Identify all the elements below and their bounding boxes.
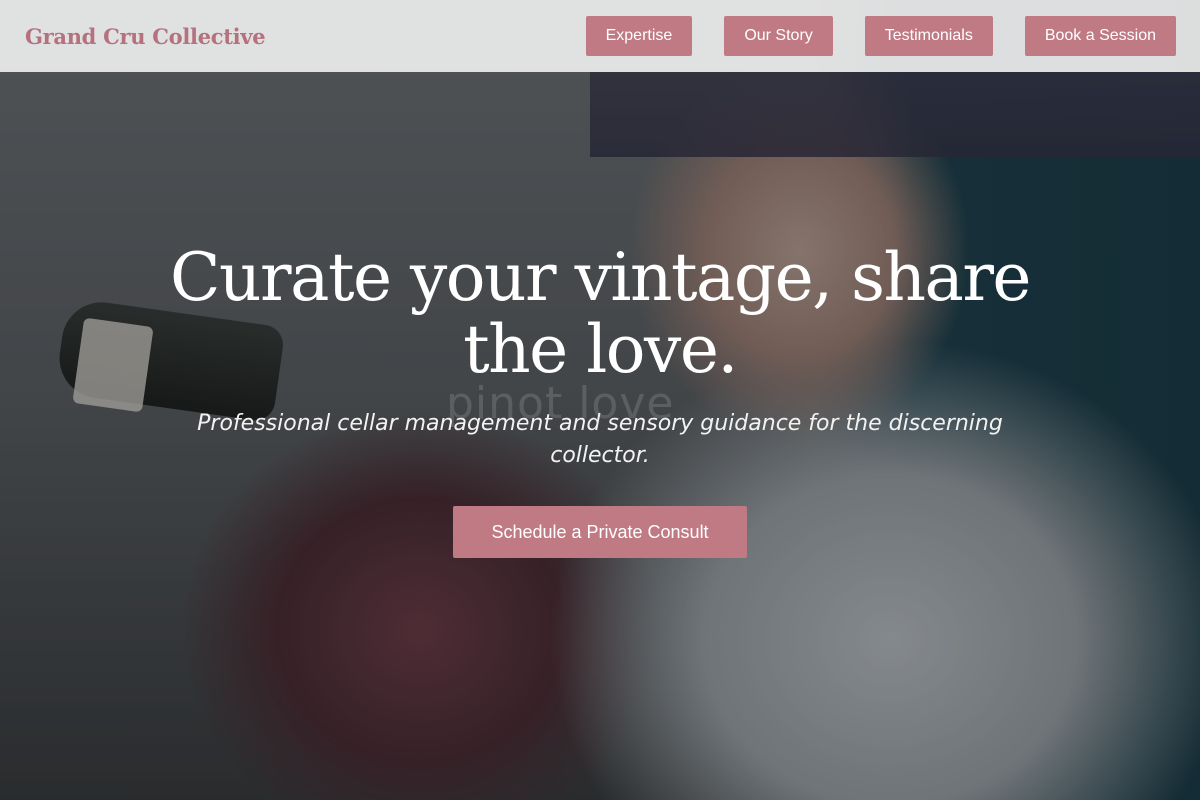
hero-subheadline: Professional cellar management and senso…	[197, 411, 1003, 468]
nav-book-session-button[interactable]: Book a Session	[1024, 16, 1176, 56]
nav-our-story-button[interactable]: Our Story	[724, 16, 833, 56]
hero-section: pinot love Grand Cru Collective Expertis…	[0, 0, 1200, 800]
main-nav: Expertise Our Story Testimonials Book a …	[585, 16, 1176, 56]
schedule-consult-button[interactable]: Schedule a Private Consult	[453, 506, 747, 558]
site-header: Grand Cru Collective Expertise Our Story…	[0, 0, 1200, 72]
brand-logo[interactable]: Grand Cru Collective	[25, 24, 266, 49]
nav-expertise-button[interactable]: Expertise	[585, 16, 693, 56]
hero-headline: Curate your vintage, share the love.	[170, 239, 1031, 388]
nav-testimonials-button[interactable]: Testimonials	[864, 16, 993, 56]
